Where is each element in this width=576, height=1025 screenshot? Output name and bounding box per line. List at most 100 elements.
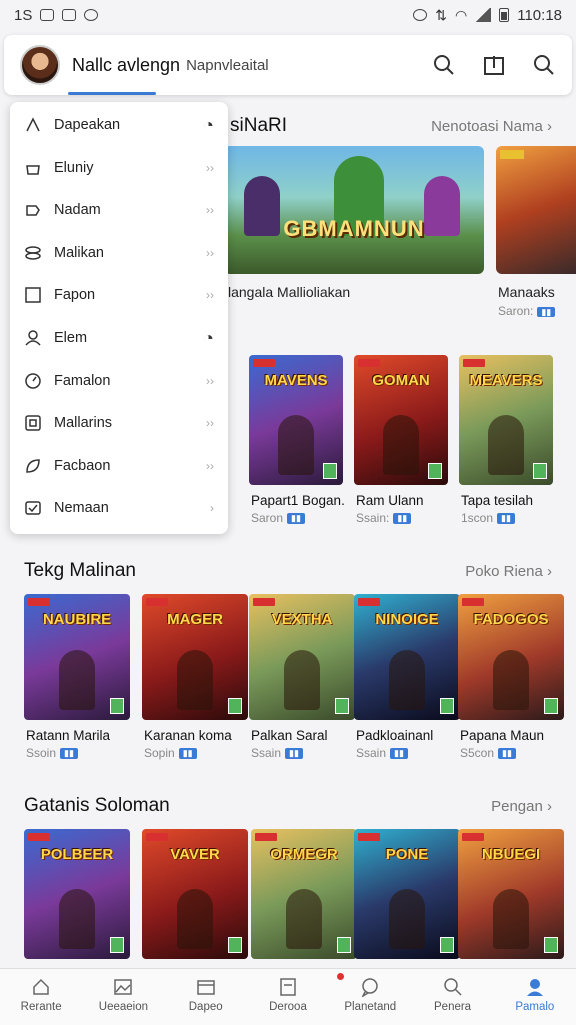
search-icon[interactable] — [432, 53, 456, 77]
game-title: Tapa tesilah — [461, 493, 534, 508]
chevron-right-icon: ›› — [206, 416, 214, 431]
game-card[interactable]: GOMAN Ram Ulann Ssain: ▮▮ — [354, 355, 448, 525]
tab-label: Rerante — [20, 1001, 62, 1013]
status-time-right: 110:18 — [517, 6, 562, 24]
badge — [146, 598, 168, 606]
game-cover[interactable]: ORMEGR — [251, 829, 357, 959]
game-meta: Ssain ▮▮ — [356, 746, 408, 760]
menu-item-label: Nadam — [54, 202, 101, 219]
game-title: Karanan koma — [144, 728, 232, 743]
menu-item[interactable]: Nemaan › — [10, 488, 228, 528]
menu-item-label: Famalon — [54, 372, 111, 389]
battery-icon — [499, 8, 510, 22]
tab-rerante[interactable]: Rerante — [0, 969, 82, 1025]
cover-title: ORMEGR — [270, 846, 338, 863]
game-cover[interactable]: GOMAN — [354, 355, 448, 485]
tab-pamalo[interactable]: Pamalo — [494, 969, 576, 1025]
game-title: Palkan Saral — [251, 728, 328, 743]
menu-item[interactable]: Eluniy ›› — [10, 148, 228, 188]
menu-item-label: Dapeakan — [54, 117, 121, 133]
section-title: siNaRI — [230, 115, 288, 136]
game-card[interactable]: VEXTHA Palkan Saral Ssain ▮▮ — [249, 594, 355, 760]
layers-icon — [24, 244, 42, 262]
cover-title: MAVENS — [264, 372, 328, 389]
see-more-link[interactable]: Nenotoasi Nama › — [431, 118, 552, 135]
cover-title: NINOIGE — [375, 611, 439, 628]
tab-ueeaeion[interactable]: Ueeaeion — [82, 969, 164, 1025]
cover-title: NBUEGI — [481, 846, 541, 863]
avatar[interactable] — [20, 45, 60, 85]
game-cover[interactable]: NBUEGI — [458, 829, 564, 959]
game-cover[interactable]: MAGER — [142, 594, 248, 720]
game-meta: S5con ▮▮ — [460, 746, 516, 760]
game-card[interactable]: FADOGOS Papana Maun S5con ▮▮ — [458, 594, 564, 760]
game-cover[interactable]: POLBEER — [24, 829, 130, 959]
alarm-icon — [413, 9, 428, 21]
game-cover[interactable]: NAUBIRE — [24, 594, 130, 720]
game-cover[interactable]: VAVER — [142, 829, 248, 959]
game-card[interactable]: MAGER Karanan koma Sopin ▮▮ — [142, 594, 248, 760]
cover-title: MAGER — [167, 611, 223, 628]
cover-character — [389, 650, 425, 710]
square-icon — [24, 286, 42, 304]
menu-item-label: Mallarins — [54, 415, 113, 432]
rating-badge — [323, 463, 337, 479]
badge — [28, 833, 50, 841]
rating-badge — [110, 698, 124, 714]
search-icon-2[interactable] — [532, 53, 556, 77]
menu-item[interactable]: Nadam ›› — [10, 190, 228, 230]
cover-character — [493, 889, 529, 949]
featured-side-card[interactable] — [496, 146, 576, 274]
game-card[interactable]: NINOIGE Padkloainanl Ssain ▮▮ — [354, 594, 460, 760]
menu-item[interactable]: Facbaon ›› — [10, 446, 228, 486]
game-card[interactable]: NAUBIRE Ratann Marila Ssoin ▮▮ — [24, 594, 130, 760]
cover-character — [59, 889, 95, 949]
see-more-link[interactable]: Pengan › — [491, 798, 552, 815]
game-cover[interactable]: PONE — [354, 829, 460, 959]
menu-item[interactable]: Famalon ›› — [10, 361, 228, 401]
cover-character — [286, 889, 322, 949]
menu-item-label: Eluniy — [54, 159, 94, 176]
tab-dapeo[interactable]: Dapeo — [165, 969, 247, 1025]
game-cover[interactable]: MEAVERS — [459, 355, 553, 485]
game-title: Ram Ulann — [356, 493, 424, 508]
game-cover[interactable]: NINOIGE — [354, 594, 460, 720]
game-meta: Sopin ▮▮ — [144, 746, 197, 760]
menu-item[interactable]: Mallarins ›› — [10, 403, 228, 443]
cover-character — [278, 415, 314, 475]
message-icon — [62, 9, 77, 21]
featured-banner[interactable]: GBMAMNUN — [224, 146, 484, 274]
game-cover[interactable]: MAVENS — [249, 355, 343, 485]
menu-item[interactable]: Elem ◔ — [10, 318, 228, 358]
rating-badge — [544, 698, 558, 714]
menu-item[interactable]: Malikan ›› — [10, 233, 228, 273]
document-icon — [278, 977, 298, 997]
search-icon — [443, 977, 463, 997]
game-meta: Ssain ▮▮ — [251, 746, 303, 760]
image-icon — [113, 977, 133, 997]
game-meta: Ssoin ▮▮ — [26, 746, 78, 760]
game-card[interactable]: MEAVERS Tapa tesilah 1scon ▮▮ — [459, 355, 553, 525]
dropdown-menu: Dapeakan ◔ Eluniy ›› Nadam ›› Malikan ›› Fapon ››… — [10, 102, 228, 534]
tab-derooa[interactable]: Derooa — [247, 969, 329, 1025]
rating-badge — [110, 937, 124, 953]
cover-title: MEAVERS — [469, 372, 543, 389]
menu-item[interactable]: Dapeakan ◔ — [10, 105, 228, 145]
app-header: Nallc avlengn Napnvleaital — [4, 35, 572, 95]
menu-item-label: Elem — [54, 330, 88, 346]
tab-planetand[interactable]: Planetand — [329, 969, 411, 1025]
banner-logo: GBMAMNUN — [283, 216, 425, 241]
share-icon[interactable] — [482, 53, 506, 77]
cover-title: NAUBIRE — [42, 611, 112, 628]
rating-badge — [440, 937, 454, 953]
game-meta: Saron ▮▮ — [251, 511, 305, 525]
game-cover[interactable]: FADOGOS — [458, 594, 564, 720]
see-more-link[interactable]: Poko Riena › — [465, 563, 552, 580]
game-cover[interactable]: VEXTHA — [249, 594, 355, 720]
chevron-right-icon: › — [210, 501, 214, 516]
tab-penera[interactable]: Penera — [411, 969, 493, 1025]
cover-title: VAVER — [170, 846, 220, 863]
game-card[interactable]: MAVENS Papart1 Bogan. Saron ▮▮ — [249, 355, 345, 525]
menu-item[interactable]: Fapon ›› — [10, 275, 228, 315]
badge — [253, 359, 275, 367]
